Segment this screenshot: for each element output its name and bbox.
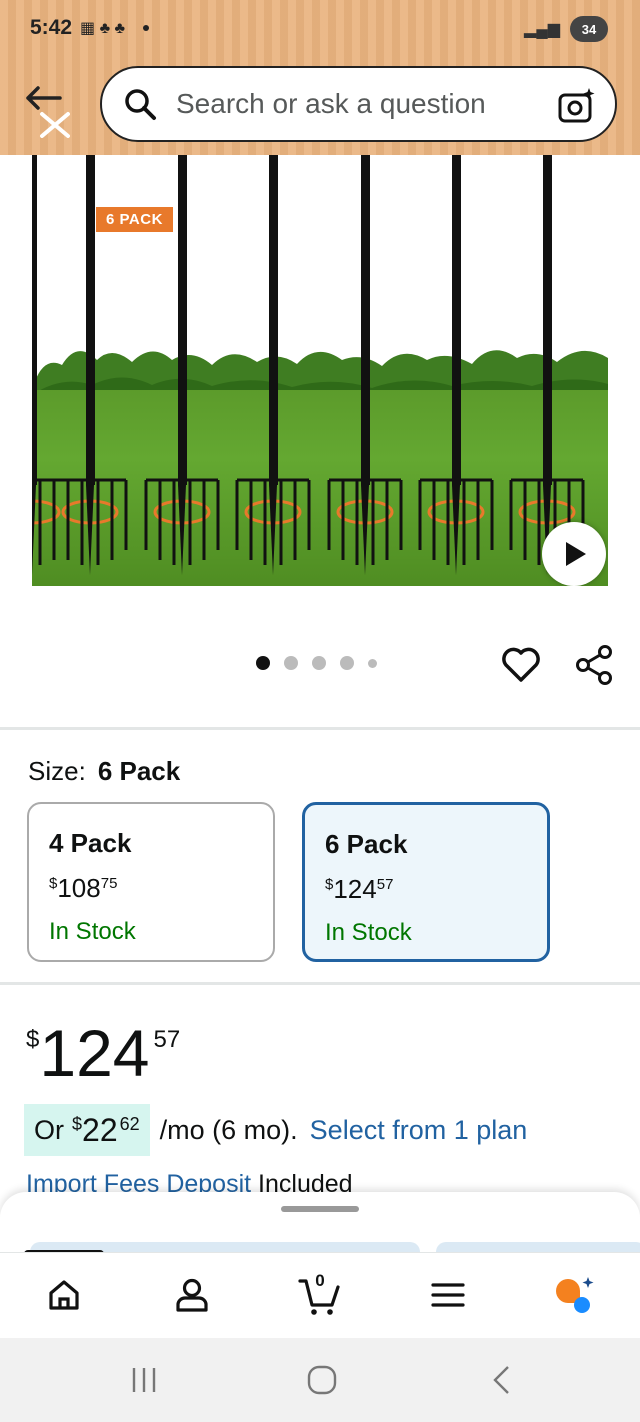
nav-menu[interactable] <box>426 1273 470 1317</box>
option-price-whole: 124 <box>333 874 377 904</box>
bottom-navigation: 0 <box>0 1252 640 1338</box>
monthly-amount-highlight: Or $22 62 <box>24 1104 150 1156</box>
system-navigation-bar <box>0 1338 640 1422</box>
monthly-prefix: Or <box>34 1114 64 1145</box>
heart-icon[interactable] <box>500 644 542 686</box>
carousel-dot[interactable] <box>312 656 326 670</box>
monthly-payment: Or $22 62 /mo (6 mo). Select from 1 plan <box>24 1104 527 1156</box>
carousel-indicator[interactable] <box>256 656 377 670</box>
option-name: 6 Pack <box>325 829 408 859</box>
option-price: $10875 <box>49 873 273 904</box>
carousel-dot[interactable] <box>368 658 377 668</box>
option-price-currency: $ <box>49 875 58 892</box>
nav-cart[interactable]: 0 <box>298 1271 342 1317</box>
product-image[interactable]: 6 PACK <box>32 155 608 586</box>
monthly-term: /mo (6 mo). <box>159 1114 298 1145</box>
play-icon <box>566 542 586 566</box>
sheet-drag-handle[interactable] <box>281 1206 359 1212</box>
price-fraction: 57 <box>153 1026 181 1053</box>
option-price-whole: 108 <box>57 873 101 903</box>
option-price: $12457 <box>325 874 547 905</box>
product-price: $ 124 57 <box>26 1020 180 1086</box>
pack-badge: 6 PACK <box>96 207 173 232</box>
play-video-button[interactable] <box>542 522 606 586</box>
section-divider <box>0 727 640 730</box>
option-name: 4 Pack <box>49 828 132 858</box>
ai-assistant-icon <box>556 1277 594 1313</box>
signal-icon: ▂▄▆ <box>524 21 560 38</box>
monthly-fraction: 62 <box>119 1113 140 1134</box>
home-button-icon[interactable] <box>302 1364 342 1396</box>
price-whole: 124 <box>39 1016 150 1090</box>
option-price-fraction: 75 <box>100 875 118 892</box>
monthly-currency: $ <box>72 1113 83 1134</box>
monthly-whole: 22 <box>82 1111 118 1148</box>
status-bar: 5:42 ▦ ♣ ♣ <box>30 16 150 40</box>
status-time: 5:42 <box>30 16 73 39</box>
option-price-currency: $ <box>325 876 334 893</box>
share-icon[interactable] <box>574 644 614 686</box>
size-selected-value: 6 Pack <box>97 756 181 786</box>
section-divider <box>0 982 640 985</box>
status-icons: ▂▄▆ 34 <box>524 16 608 42</box>
monthly-amount: $22 62 <box>70 1112 140 1149</box>
option-availability: In Stock <box>325 919 412 946</box>
size-option-4-pack[interactable]: 4 Pack $10875 In Stock <box>27 802 275 962</box>
nav-account[interactable] <box>170 1273 214 1317</box>
carousel-dot[interactable] <box>340 656 354 670</box>
user-icon <box>176 1278 208 1312</box>
size-label-text: Size: <box>28 756 86 786</box>
recent-apps-icon[interactable] <box>124 1364 164 1396</box>
option-availability: In Stock <box>49 918 136 945</box>
notification-dot-icon <box>143 25 150 31</box>
search-icon <box>125 89 156 120</box>
nav-home[interactable] <box>42 1273 86 1317</box>
nav-rufus-assistant[interactable] <box>552 1273 596 1317</box>
battery-indicator: 34 <box>570 16 608 42</box>
carousel-dot[interactable] <box>284 656 298 670</box>
carousel-dot[interactable] <box>256 656 270 670</box>
size-option-6-pack[interactable]: 6 Pack $12457 In Stock <box>302 802 550 962</box>
search-placeholder: Search or ask a question <box>176 88 486 119</box>
home-icon <box>49 1280 79 1310</box>
search-input[interactable]: Search or ask a question <box>100 66 617 142</box>
size-label: Size: 6 Pack <box>28 756 180 787</box>
cart-count: 0 <box>315 1271 325 1290</box>
back-close-icon[interactable] <box>20 82 70 138</box>
notification-icons: ▦ ♣ ♣ <box>80 20 126 37</box>
back-button-icon[interactable] <box>482 1364 522 1396</box>
option-price-fraction: 57 <box>376 876 394 893</box>
menu-icon <box>431 1283 465 1307</box>
top-header: 5:42 ▦ ♣ ♣ ▂▄▆ 34 Search or ask a questi… <box>0 0 640 155</box>
price-currency: $ <box>26 1026 40 1053</box>
camera-search-icon[interactable] <box>557 86 597 126</box>
select-plan-link[interactable]: Select from 1 plan <box>310 1115 528 1146</box>
